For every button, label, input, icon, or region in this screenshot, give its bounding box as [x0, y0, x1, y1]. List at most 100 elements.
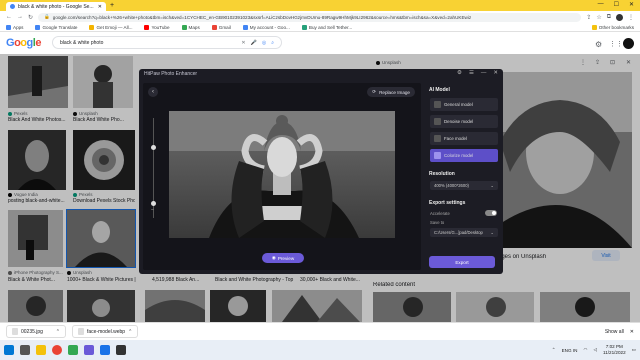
- reload-icon[interactable]: ↻: [28, 14, 33, 21]
- clear-icon[interactable]: ✕: [241, 40, 245, 46]
- face-model-button[interactable]: Face model: [430, 132, 498, 145]
- file-explorer-icon[interactable]: [36, 345, 46, 355]
- forward-icon[interactable]: →: [17, 14, 23, 20]
- chevron-left-icon: ‹: [152, 89, 154, 95]
- emoji-icon: [89, 24, 95, 30]
- bookmark-star-icon[interactable]: ☆: [596, 14, 601, 21]
- save-to-label: Save to: [430, 220, 445, 225]
- back-button[interactable]: ‹: [148, 87, 158, 97]
- bookmark-gmail[interactable]: Gmail: [211, 24, 231, 30]
- bookmark-account[interactable]: My account - Goo...: [242, 24, 290, 30]
- app-icon[interactable]: [116, 345, 126, 355]
- replace-image-button[interactable]: ⟳ Replace Image: [367, 87, 415, 97]
- volume-icon[interactable]: ◁: [593, 347, 597, 353]
- settings-panel: AI Model General model Denoise model Fac…: [425, 83, 499, 270]
- clock-date: 11/21/2022: [603, 350, 626, 355]
- face-model-icon: [434, 135, 441, 142]
- lens-icon[interactable]: ◎: [262, 40, 266, 46]
- enhanced-photo: [169, 111, 395, 238]
- clock[interactable]: 7:02 PM 11/21/2022: [603, 344, 626, 356]
- extensions-icon[interactable]: ⧉: [607, 14, 611, 21]
- bookmark-emoji[interactable]: Get Emoji — All...: [89, 24, 132, 30]
- chevron-up-icon[interactable]: ⌃: [56, 329, 60, 335]
- close-icon[interactable]: ✕: [630, 329, 634, 335]
- close-icon[interactable]: ✕: [493, 70, 498, 76]
- zoom-slider-handle[interactable]: [151, 201, 156, 206]
- close-window-icon[interactable]: ✕: [629, 1, 634, 8]
- workspace-panel: ‹ ⟳ Replace Image − ◉ Preview: [143, 83, 421, 270]
- search-icon[interactable]: [20, 345, 30, 355]
- general-model-button[interactable]: General model: [430, 98, 498, 111]
- zoom-plus-handle[interactable]: [151, 145, 156, 150]
- chrome-icon[interactable]: [52, 345, 62, 355]
- settings-icon[interactable]: ⚙: [457, 70, 462, 76]
- app-icon[interactable]: [100, 345, 110, 355]
- show-all-button[interactable]: Show all: [605, 329, 624, 335]
- replace-icon: ⟳: [372, 89, 377, 94]
- notification-icon[interactable]: ▭: [632, 347, 636, 353]
- minimize-icon[interactable]: —: [598, 1, 604, 8]
- windows-start-icon[interactable]: [4, 345, 14, 355]
- export-button[interactable]: Export: [429, 256, 495, 268]
- save-to-select[interactable]: C:/Users/G...]pad/Desktop ⌄: [430, 228, 498, 237]
- search-icon[interactable]: ⌕: [271, 40, 274, 46]
- apps-grid-icon[interactable]: ⋮⋮: [609, 40, 623, 48]
- bookmark-translate[interactable]: Google Translate: [35, 24, 77, 30]
- bookmarks-bar: Apps Google Translate Get Emoji — All...…: [0, 23, 640, 32]
- bookmark-maps[interactable]: Maps: [181, 24, 200, 30]
- file-icon: [78, 328, 84, 335]
- apps-icon: [6, 24, 11, 30]
- resolution-select[interactable]: 400% (4000*2600) ⌄: [430, 181, 498, 190]
- eye-icon: ◉: [271, 255, 276, 260]
- denoise-model-button[interactable]: Denoise model: [430, 115, 498, 128]
- tab-title: black & white photo - Google Se...: [18, 3, 94, 10]
- url-text: google.com/search?q=black+%26+white+phot…: [52, 14, 472, 20]
- maximize-icon[interactable]: ☐: [614, 1, 619, 8]
- photo-enhancer-window: HitPaw Photo Enhancer ⚙ ☰ — ✕ ‹ ⟳ Replac…: [139, 69, 503, 274]
- other-bookmarks[interactable]: Other bookmarks: [591, 24, 634, 30]
- zoom-out-button[interactable]: −: [151, 207, 154, 213]
- tray-arrow-icon[interactable]: ⌃: [552, 347, 556, 353]
- share-icon[interactable]: ⇪: [586, 14, 591, 21]
- downloads-bar: 00235.jpg ⌃ face-model.webp ⌃ Show all ✕: [0, 322, 640, 340]
- minimize-icon[interactable]: —: [481, 70, 487, 76]
- bookmark-tether[interactable]: Buy and Sell Tether...: [301, 24, 352, 30]
- colorize-model-button[interactable]: Colorize model: [430, 149, 498, 162]
- avatar[interactable]: [623, 38, 634, 49]
- close-tab-icon[interactable]: ✕: [98, 4, 102, 10]
- back-icon[interactable]: ←: [6, 14, 12, 20]
- modal-window-controls: ⚙ ☰ — ✕: [457, 70, 498, 76]
- download-item[interactable]: 00235.jpg ⌃: [6, 325, 66, 338]
- profile-icon[interactable]: [616, 13, 623, 21]
- language-indicator[interactable]: ENG IN: [562, 348, 578, 353]
- chevron-down-icon: ⌄: [490, 183, 494, 188]
- mic-icon[interactable]: 🎤: [251, 40, 257, 46]
- address-bar-row: ← → ↻ 🔒 google.com/search?q=black+%26+wh…: [0, 11, 640, 23]
- accelerate-toggle[interactable]: [485, 210, 497, 216]
- chevron-down-icon: ⌄: [490, 230, 494, 235]
- download-item[interactable]: face-model.webp ⌃: [72, 325, 139, 338]
- lock-icon: 🔒: [44, 14, 50, 19]
- new-tab-button[interactable]: +: [110, 2, 114, 9]
- denoise-model-icon: [434, 118, 441, 125]
- app-icon[interactable]: [84, 345, 94, 355]
- tether-icon: [301, 24, 307, 30]
- preview-button[interactable]: ◉ Preview: [262, 253, 304, 263]
- menu-icon[interactable]: ☰: [469, 70, 474, 76]
- browser-tab[interactable]: black & white photo - Google Se... ✕: [6, 2, 106, 11]
- google-logo[interactable]: Google: [6, 37, 41, 49]
- menu-icon[interactable]: ⋮: [628, 14, 634, 21]
- window-controls: — ☐ ✕: [598, 1, 634, 8]
- chevron-up-icon[interactable]: ⌃: [128, 329, 132, 335]
- bookmark-apps[interactable]: Apps: [6, 24, 23, 30]
- url-field[interactable]: 🔒 google.com/search?q=black+%26+white+ph…: [38, 12, 582, 22]
- general-model-icon: [434, 101, 441, 108]
- search-query: black & white photo: [60, 39, 104, 46]
- file-icon: [12, 328, 18, 335]
- gear-icon[interactable]: ⚙: [595, 40, 603, 49]
- wifi-icon[interactable]: ◠: [583, 347, 587, 353]
- search-box[interactable]: black & white photo ✕ 🎤 ◎ ⌕: [52, 36, 282, 49]
- app-icon[interactable]: [68, 345, 78, 355]
- accelerate-label: Accelerate: [430, 211, 450, 216]
- bookmark-youtube[interactable]: YouTube: [144, 24, 170, 30]
